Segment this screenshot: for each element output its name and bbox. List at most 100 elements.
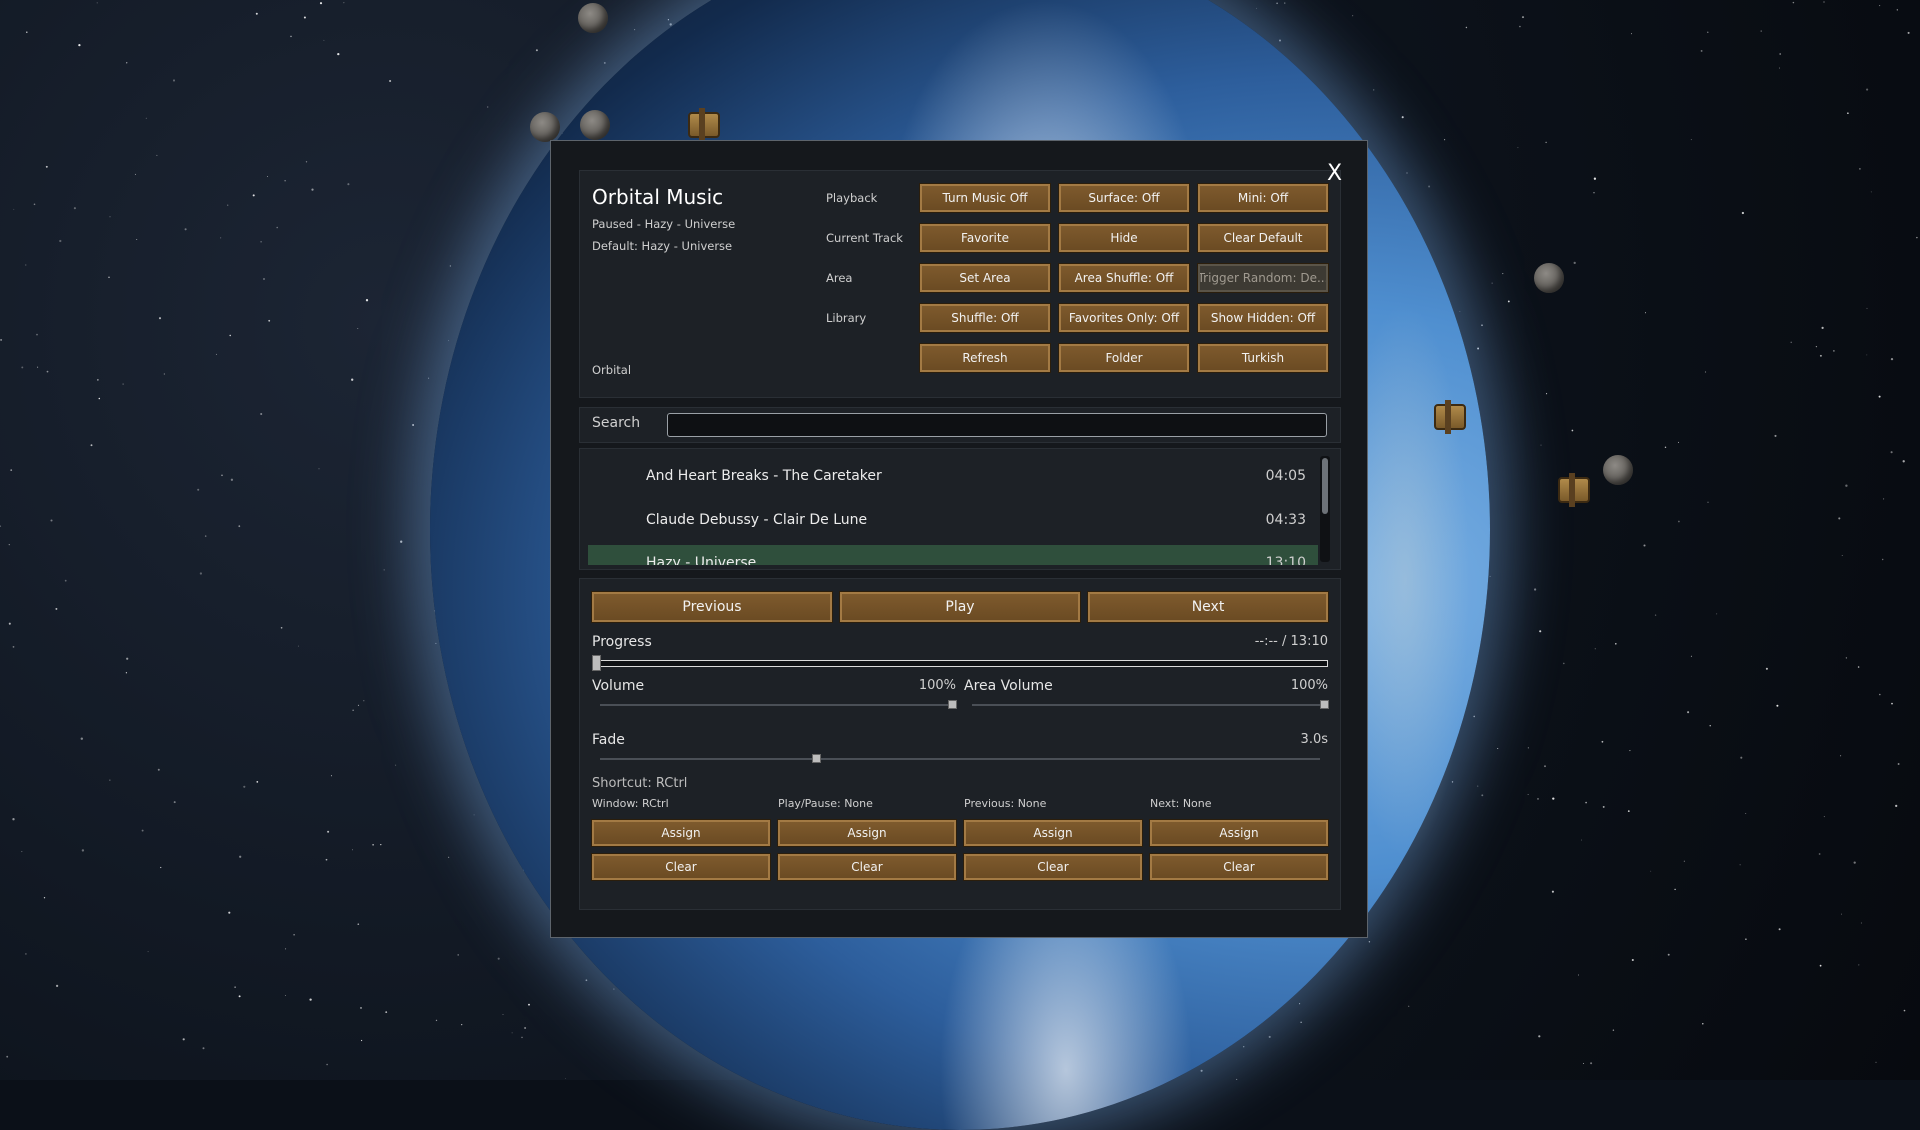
area-volume-slider-handle[interactable] bbox=[1320, 700, 1329, 709]
asteroid-icon[interactable] bbox=[530, 112, 560, 142]
control-row-label: Library bbox=[826, 311, 867, 325]
fade-slider[interactable] bbox=[600, 758, 1320, 760]
star bbox=[1629, 750, 1631, 752]
star bbox=[1774, 434, 1777, 437]
star bbox=[122, 383, 124, 385]
star bbox=[1841, 555, 1843, 557]
star bbox=[330, 775, 332, 777]
star bbox=[1276, 2, 1278, 5]
control-button-shuffle-off[interactable]: Shuffle: Off bbox=[919, 303, 1051, 333]
star bbox=[8, 622, 11, 625]
star bbox=[98, 397, 101, 400]
shortcut-assign-button[interactable]: Assign bbox=[591, 819, 771, 847]
search-input[interactable] bbox=[667, 413, 1327, 437]
control-button-set-area[interactable]: Set Area bbox=[919, 263, 1051, 293]
star bbox=[1627, 810, 1630, 812]
satellite-icon[interactable] bbox=[1434, 400, 1466, 434]
star bbox=[1896, 9, 1898, 11]
star bbox=[239, 855, 242, 858]
star bbox=[1823, 1, 1825, 3]
shortcut-label: Previous: None bbox=[964, 797, 1047, 810]
star bbox=[199, 572, 203, 575]
shortcut-assign-button[interactable]: Assign bbox=[1149, 819, 1329, 847]
shortcut-clear-button[interactable]: Clear bbox=[591, 853, 771, 881]
close-icon[interactable]: X bbox=[1327, 163, 1342, 185]
control-button-clear-default[interactable]: Clear Default bbox=[1197, 223, 1329, 253]
control-row-label: Area bbox=[826, 271, 853, 285]
shortcut-assign-button[interactable]: Assign bbox=[963, 819, 1143, 847]
star bbox=[1573, 261, 1576, 265]
volume-slider[interactable] bbox=[600, 704, 952, 706]
satellite-icon[interactable] bbox=[1558, 473, 1590, 507]
track-list-scrollbar[interactable] bbox=[1320, 456, 1330, 562]
star bbox=[73, 207, 76, 210]
star bbox=[352, 709, 354, 711]
asteroid-icon[interactable] bbox=[578, 3, 608, 33]
control-button-refresh[interactable]: Refresh bbox=[919, 343, 1051, 373]
volume-slider-handle[interactable] bbox=[948, 700, 957, 709]
star bbox=[634, 29, 636, 31]
control-button-favorites-only-off[interactable]: Favorites Only: Off bbox=[1058, 303, 1190, 333]
progress-bar[interactable] bbox=[592, 660, 1328, 667]
previous-button[interactable]: Previous bbox=[591, 591, 833, 623]
next-button[interactable]: Next bbox=[1087, 591, 1329, 623]
control-button-show-hidden-off[interactable]: Show Hidden: Off bbox=[1197, 303, 1329, 333]
track-row[interactable]: And Heart Breaks - The Caretaker 04:05 bbox=[588, 458, 1318, 494]
shortcut-clear-button[interactable]: Clear bbox=[777, 853, 957, 881]
star bbox=[1491, 282, 1493, 284]
satellite-icon[interactable] bbox=[688, 108, 720, 142]
track-row[interactable]: Hazy - Universe 13:10 bbox=[588, 545, 1318, 565]
asteroid-icon[interactable] bbox=[1534, 263, 1564, 293]
star bbox=[1507, 300, 1510, 303]
star bbox=[25, 953, 27, 955]
star bbox=[435, 1019, 438, 1022]
area-volume-label: Area Volume bbox=[964, 678, 1053, 694]
area-volume-slider[interactable] bbox=[972, 704, 1324, 706]
track-row[interactable]: Claude Debussy - Clair De Lune 04:33 bbox=[588, 502, 1318, 538]
asteroid-icon[interactable] bbox=[1603, 455, 1633, 485]
star bbox=[1540, 444, 1542, 446]
star bbox=[613, 988, 615, 990]
star bbox=[1477, 785, 1479, 787]
star bbox=[1890, 357, 1894, 361]
star bbox=[448, 856, 450, 858]
star bbox=[311, 188, 314, 191]
control-button-hide[interactable]: Hide bbox=[1058, 223, 1190, 253]
star bbox=[325, 858, 328, 861]
progress-handle[interactable] bbox=[592, 655, 601, 671]
star bbox=[528, 1003, 530, 1006]
star bbox=[1601, 740, 1604, 743]
control-button-area-shuffle-off[interactable]: Area Shuffle: Off bbox=[1058, 263, 1190, 293]
track-duration: 04:33 bbox=[1265, 512, 1306, 528]
control-button-favorite[interactable]: Favorite bbox=[919, 223, 1051, 253]
star bbox=[267, 176, 268, 177]
control-button-surface-off[interactable]: Surface: Off bbox=[1058, 183, 1190, 213]
star bbox=[305, 161, 308, 163]
star bbox=[1853, 861, 1856, 864]
star bbox=[1674, 888, 1676, 891]
control-button-folder[interactable]: Folder bbox=[1058, 343, 1190, 373]
shortcut-clear-button[interactable]: Clear bbox=[1149, 853, 1329, 881]
control-button-turn-music-off[interactable]: Turn Music Off bbox=[919, 183, 1051, 213]
star bbox=[26, 31, 28, 33]
star bbox=[1465, 26, 1468, 29]
asteroid-icon[interactable] bbox=[580, 110, 610, 140]
control-button-turkish[interactable]: Turkish bbox=[1197, 343, 1329, 373]
star bbox=[1907, 31, 1910, 34]
star bbox=[182, 1038, 185, 1041]
track-duration: 04:05 bbox=[1265, 468, 1306, 484]
fade-slider-handle[interactable] bbox=[812, 754, 821, 763]
control-button-mini-off[interactable]: Mini: Off bbox=[1197, 183, 1329, 213]
star bbox=[319, 2, 323, 5]
control-button-trigger-random-de[interactable]: Trigger Random: De... bbox=[1197, 263, 1329, 293]
star bbox=[1890, 451, 1893, 454]
star bbox=[290, 35, 292, 38]
star bbox=[172, 79, 176, 82]
scrollbar-thumb[interactable] bbox=[1322, 458, 1328, 514]
control-row-label: Playback bbox=[826, 191, 878, 205]
star bbox=[1200, 1069, 1203, 1072]
play-button[interactable]: Play bbox=[839, 591, 1081, 623]
star bbox=[158, 317, 162, 320]
shortcut-assign-button[interactable]: Assign bbox=[777, 819, 957, 847]
shortcut-clear-button[interactable]: Clear bbox=[963, 853, 1143, 881]
